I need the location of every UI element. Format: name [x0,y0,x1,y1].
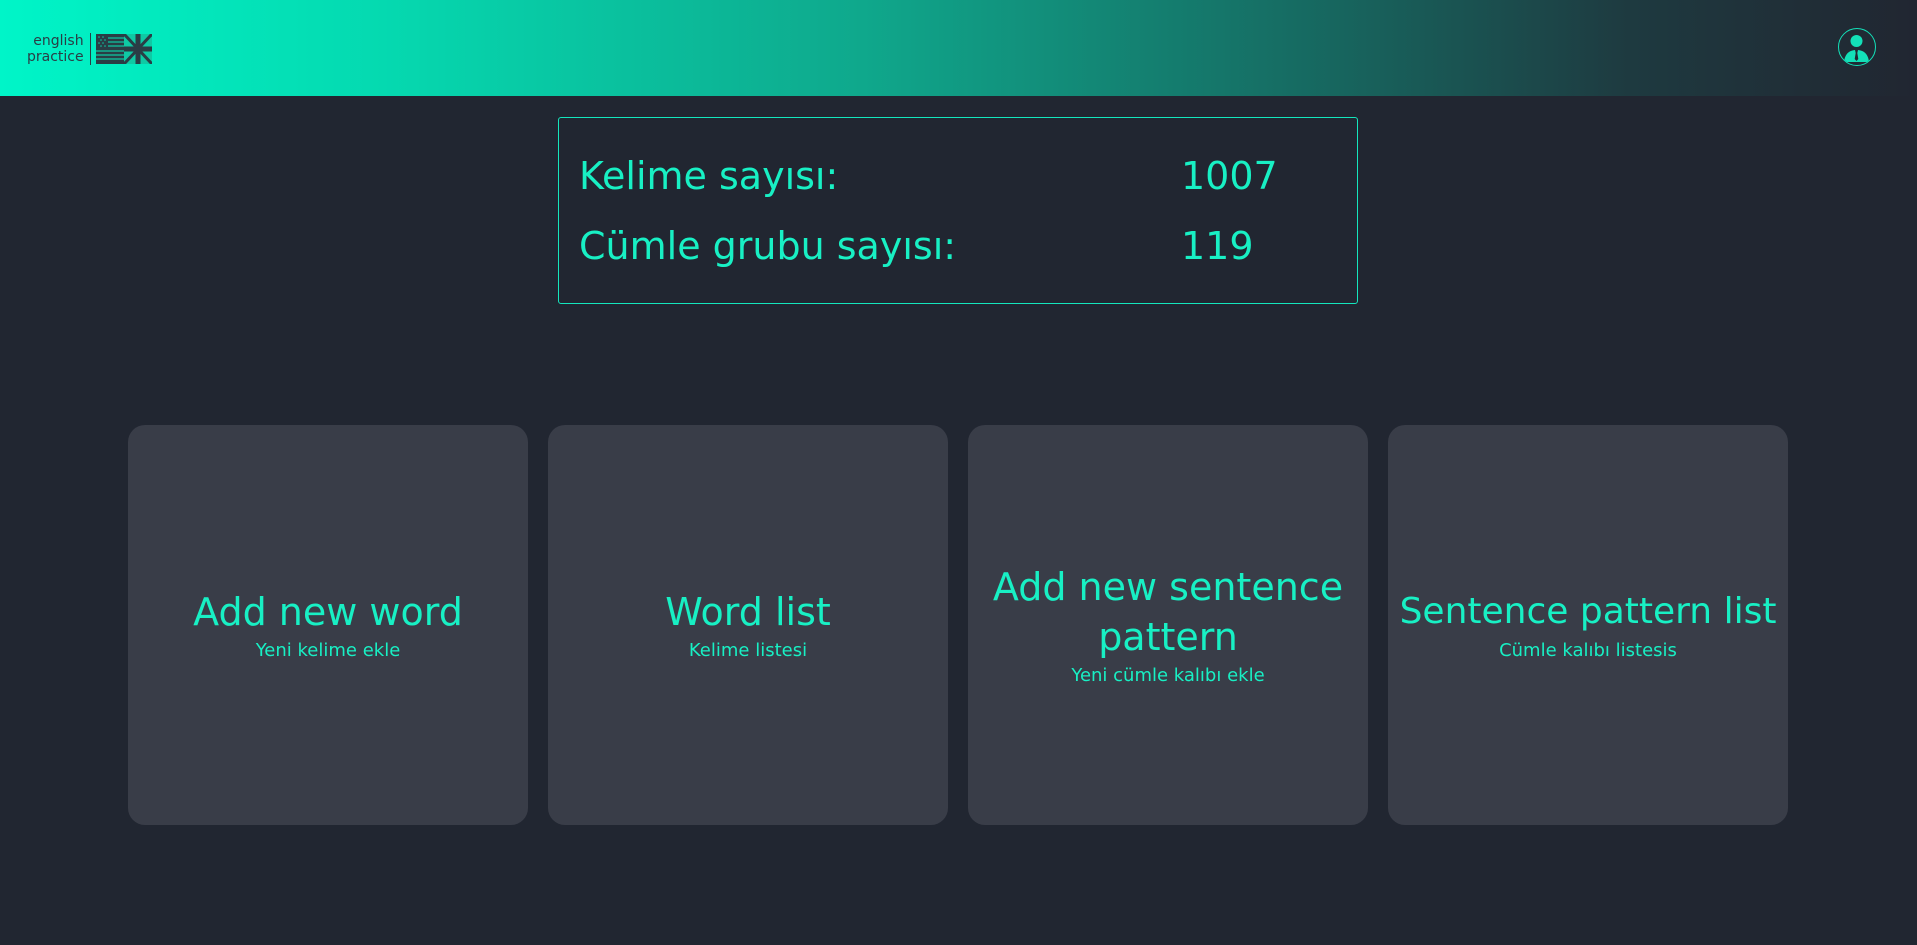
card-title: Sentence pattern list [1399,591,1777,632]
logo-text-line2: practice [27,49,84,65]
card-subtitle: Kelime listesi [688,640,808,661]
word-count-value: 1007 [1181,154,1278,198]
stats-panel: Kelime sayısı: 1007 Cümle grubu sayısı: … [558,117,1358,304]
card-subtitle: Yeni cümle kalıbı ekle [1071,665,1265,686]
add-new-word-card[interactable]: Add new word Yeni kelime ekle [128,425,528,825]
action-cards: Add new word Yeni kelime ekle Word list … [128,425,1788,825]
card-title: Add new word [193,590,463,634]
sentence-pattern-list-card[interactable]: Sentence pattern list Cümle kalıbı liste… [1388,425,1788,825]
sentence-group-value: 119 [1181,224,1254,268]
logo-text-line1: english [33,33,84,49]
add-new-sentence-pattern-card[interactable]: Add new sentence pattern Yeni cümle kalı… [968,425,1368,825]
app-logo[interactable]: english practice [27,33,152,65]
sentence-group-label: Cümle grubu sayısı: [579,224,957,268]
card-title: Add new sentence pattern [992,565,1344,659]
user-avatar-button[interactable] [1838,28,1876,66]
us-uk-flag-icon [95,34,152,64]
word-list-card[interactable]: Word list Kelime listesi [548,425,948,825]
user-avatar-icon [1844,35,1869,62]
logo-text: english practice [27,33,91,65]
card-title: Word list [665,590,831,634]
top-header: english practice [0,0,1917,96]
word-count-label: Kelime sayısı: [579,154,839,198]
card-subtitle: Cümle kalıbı listesis [1499,640,1677,661]
card-subtitle: Yeni kelime ekle [255,640,401,661]
